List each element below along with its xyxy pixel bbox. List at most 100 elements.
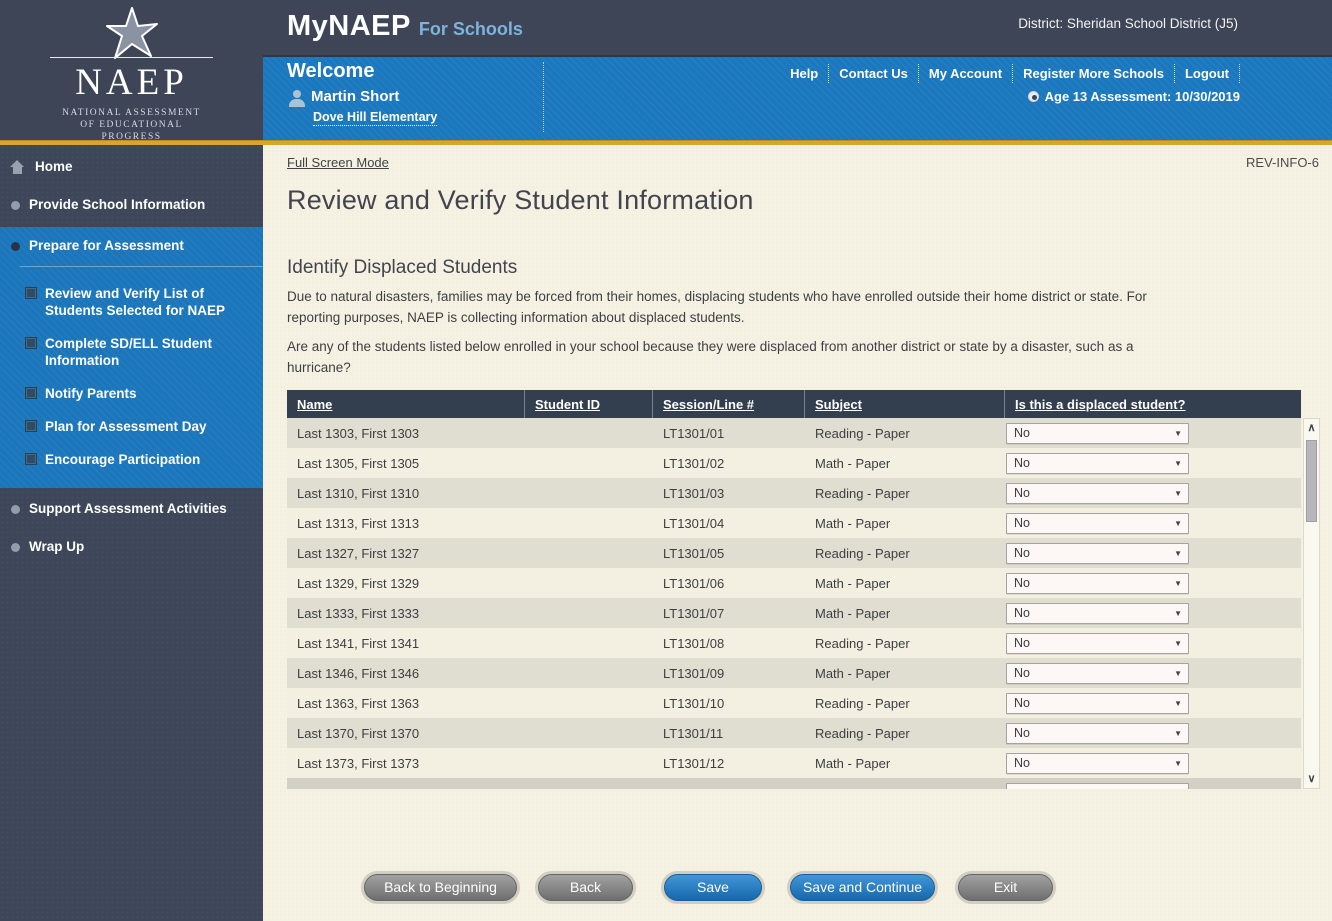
student-table-body: Last 1303, First 1303 LT1301/01 Reading … bbox=[287, 418, 1301, 789]
column-header-student-id[interactable]: Student ID bbox=[535, 397, 600, 412]
save-button[interactable]: Save bbox=[664, 874, 762, 901]
subject-cell: Math - Paper bbox=[805, 448, 1005, 478]
table-row: Last 1329, First 1329 LT1301/06 Math - P… bbox=[287, 568, 1301, 598]
displaced-student-select[interactable]: No ▼ bbox=[1006, 603, 1189, 624]
header-divider bbox=[543, 62, 544, 132]
sidebar-item-encourage-participation[interactable]: Encourage Participation bbox=[0, 443, 263, 476]
displaced-student-select[interactable]: No ▼ bbox=[1006, 723, 1189, 744]
student-name-cell: Last 1333, First 1333 bbox=[287, 598, 525, 628]
table-row: Last 1313, First 1313 LT1301/04 Math - P… bbox=[287, 508, 1301, 538]
table-row: Last 1370, First 1370 LT1301/11 Reading … bbox=[287, 718, 1301, 748]
star-icon bbox=[95, 6, 169, 62]
session-line-cell: LT1301/04 bbox=[653, 508, 805, 538]
displaced-student-select[interactable]: No ▼ bbox=[1006, 573, 1189, 594]
table-row: Last 1310, First 1310 LT1301/03 Reading … bbox=[287, 478, 1301, 508]
main-content: Full Screen Mode REV-INFO-6 Review and V… bbox=[263, 145, 1332, 921]
back-button[interactable]: Back bbox=[538, 874, 633, 901]
scrollbar-thumb[interactable] bbox=[1306, 440, 1317, 522]
save-and-continue-button[interactable]: Save and Continue bbox=[790, 874, 935, 901]
scroll-up-icon[interactable]: ∧ bbox=[1304, 419, 1319, 437]
chevron-down-icon: ▼ bbox=[1174, 579, 1182, 588]
displaced-cell: No ▼ bbox=[1005, 748, 1301, 778]
app-title-sub: For Schools bbox=[419, 19, 523, 39]
bullet-icon bbox=[11, 505, 20, 514]
subject-cell: Math - Paper bbox=[805, 568, 1005, 598]
utility-nav: Help Contact Us My Account Register More… bbox=[780, 62, 1240, 84]
session-line-cell: LT1301/07 bbox=[653, 598, 805, 628]
displaced-student-select[interactable]: No ▼ bbox=[1006, 633, 1189, 654]
sidebar-item-provide-school-information[interactable]: Provide School Information bbox=[0, 186, 263, 224]
displaced-student-select[interactable]: No ▼ bbox=[1006, 693, 1189, 714]
chevron-down-icon: ▼ bbox=[1174, 699, 1182, 708]
student-table-header: Name Student ID Session/Line # Subject I… bbox=[287, 390, 1301, 418]
column-header-session-line[interactable]: Session/Line # bbox=[663, 397, 754, 412]
student-name-cell: Last 1341, First 1341 bbox=[287, 628, 525, 658]
displaced-cell: No ▼ bbox=[1005, 448, 1301, 478]
table-vertical-scrollbar[interactable]: ∧ ∨ bbox=[1303, 418, 1320, 789]
bullet-icon bbox=[11, 242, 20, 251]
displaced-student-select[interactable]: No ▼ bbox=[1006, 513, 1189, 534]
nav-logout[interactable]: Logout bbox=[1175, 64, 1240, 83]
sidebar-item-prepare-for-assessment[interactable]: Prepare for Assessment bbox=[0, 227, 263, 265]
table-row: Last 1305, First 1305 LT1301/02 Math - P… bbox=[287, 448, 1301, 478]
school-link[interactable]: Dove Hill Elementary bbox=[313, 110, 437, 126]
nav-register-more-schools[interactable]: Register More Schools bbox=[1013, 64, 1175, 83]
student-name-cell: Last 1363, First 1363 bbox=[287, 688, 525, 718]
column-header-displaced[interactable]: Is this a displaced student? bbox=[1015, 397, 1185, 412]
sidebar-section-prepare-for-assessment: Prepare for Assessment Review and Verify… bbox=[0, 227, 263, 488]
question-paragraph: Are any of the students listed below enr… bbox=[287, 337, 1147, 378]
sidebar-item-home[interactable]: Home bbox=[0, 145, 263, 186]
chevron-down-icon: ▼ bbox=[1174, 729, 1182, 738]
logo-subtitle: NATIONAL ASSESSMENT OF EDUCATIONAL PROGR… bbox=[0, 107, 263, 143]
student-id-cell bbox=[525, 748, 653, 778]
nav-my-account[interactable]: My Account bbox=[919, 64, 1013, 83]
back-to-beginning-button[interactable]: Back to Beginning bbox=[364, 874, 517, 901]
displaced-student-select[interactable]: No ▼ bbox=[1006, 663, 1189, 684]
scroll-down-icon[interactable]: ∨ bbox=[1304, 770, 1319, 788]
displaced-student-select[interactable]: No ▼ bbox=[1006, 453, 1189, 474]
student-id-cell bbox=[525, 658, 653, 688]
displaced-cell: No ▼ bbox=[1005, 628, 1301, 658]
student-id-cell bbox=[525, 718, 653, 748]
welcome-band: Welcome Martin Short Dove Hill Elementar… bbox=[263, 57, 1332, 140]
square-bullet-icon bbox=[25, 337, 37, 349]
sidebar-item-review-and-verify-list[interactable]: Review and Verify List of Students Selec… bbox=[0, 277, 263, 327]
nav-help[interactable]: Help bbox=[780, 64, 829, 83]
district-label: District: Sheridan School District (J5) bbox=[1018, 16, 1238, 31]
subject-cell: Math - Paper bbox=[805, 598, 1005, 628]
sidebar-item-wrap-up[interactable]: Wrap Up bbox=[0, 528, 263, 566]
chevron-down-icon: ▼ bbox=[1174, 519, 1182, 528]
app-title: MyNAEP For Schools bbox=[287, 10, 523, 43]
displaced-student-select[interactable]: ▼ bbox=[1006, 783, 1189, 790]
subject-cell bbox=[805, 778, 1005, 789]
displaced-student-select[interactable]: No ▼ bbox=[1006, 753, 1189, 774]
sidebar-nav: Home Provide School Information Prepare … bbox=[0, 145, 263, 921]
displaced-cell: No ▼ bbox=[1005, 418, 1301, 448]
displaced-student-select[interactable]: No ▼ bbox=[1006, 543, 1189, 564]
user-name: Martin Short bbox=[311, 88, 399, 105]
full-screen-mode-link[interactable]: Full Screen Mode bbox=[287, 155, 389, 170]
square-bullet-icon bbox=[25, 453, 37, 465]
displaced-student-select[interactable]: No ▼ bbox=[1006, 423, 1189, 444]
assessment-date-label: Age 13 Assessment: 10/30/2019 bbox=[1045, 89, 1240, 104]
sidebar-item-complete-sdell-information[interactable]: Complete SD/ELL Student Information bbox=[0, 327, 263, 377]
exit-button[interactable]: Exit bbox=[958, 874, 1053, 901]
sidebar-item-support-assessment-activities[interactable]: Support Assessment Activities bbox=[0, 490, 263, 528]
action-button-row: Back to Beginning Back Save Save and Con… bbox=[263, 874, 1332, 904]
sidebar-item-plan-for-assessment-day[interactable]: Plan for Assessment Day bbox=[0, 410, 263, 443]
chevron-down-icon: ▼ bbox=[1174, 759, 1182, 768]
column-header-name[interactable]: Name bbox=[297, 397, 332, 412]
nav-contact-us[interactable]: Contact Us bbox=[829, 64, 919, 83]
app-title-main: MyNAEP bbox=[287, 10, 411, 42]
displaced-cell: No ▼ bbox=[1005, 538, 1301, 568]
sidebar-item-notify-parents[interactable]: Notify Parents bbox=[0, 377, 263, 410]
student-name-cell: Last 1370, First 1370 bbox=[287, 718, 525, 748]
subject-cell: Math - Paper bbox=[805, 508, 1005, 538]
table-row: Last 1333, First 1333 LT1301/07 Math - P… bbox=[287, 598, 1301, 628]
chevron-down-icon: ▼ bbox=[1174, 609, 1182, 618]
displaced-cell: No ▼ bbox=[1005, 598, 1301, 628]
table-row: Last 1327, First 1327 LT1301/05 Reading … bbox=[287, 538, 1301, 568]
column-header-subject[interactable]: Subject bbox=[815, 397, 862, 412]
displaced-student-select[interactable]: No ▼ bbox=[1006, 483, 1189, 504]
bullet-icon bbox=[11, 201, 20, 210]
